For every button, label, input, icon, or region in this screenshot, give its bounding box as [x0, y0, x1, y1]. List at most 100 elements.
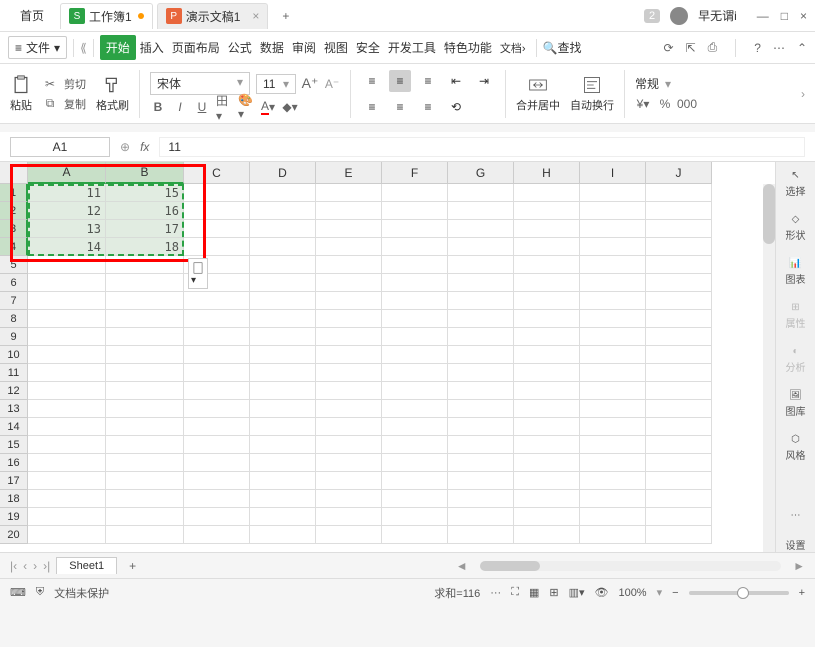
zoom-slider[interactable] [689, 591, 789, 595]
cell-J5[interactable] [646, 256, 712, 274]
cell-F11[interactable] [382, 364, 448, 382]
expand-circle-icon[interactable]: ⊕ [120, 140, 130, 154]
side-prop[interactable]: ⊞属性 [786, 302, 806, 330]
ribbon-tab-formula[interactable]: 公式 [224, 35, 256, 60]
cloud-sync-icon[interactable]: ⟳ [664, 41, 674, 55]
cell-H12[interactable] [514, 382, 580, 400]
cell-C15[interactable] [184, 436, 250, 454]
ribbon-tab-data[interactable]: 数据 [256, 35, 288, 60]
cell-H13[interactable] [514, 400, 580, 418]
cell-H1[interactable] [514, 184, 580, 202]
cell-D1[interactable] [250, 184, 316, 202]
cell-H8[interactable] [514, 310, 580, 328]
cell-F14[interactable] [382, 418, 448, 436]
cell-F5[interactable] [382, 256, 448, 274]
cell-B17[interactable] [106, 472, 184, 490]
side-more[interactable]: ⋯ [791, 510, 801, 521]
help-icon[interactable]: ? [754, 41, 761, 55]
page-view-icon[interactable]: ⊞ [549, 586, 558, 599]
cell-I20[interactable] [580, 526, 646, 544]
col-header-G[interactable]: G [448, 162, 514, 184]
ribbon-tab-review[interactable]: 审阅 [288, 35, 320, 60]
ribbon-tab-start[interactable]: 开始 [100, 35, 136, 60]
copy-button[interactable]: ⧉ 复制 [42, 96, 86, 112]
row-header-2[interactable]: 2 [0, 202, 28, 220]
cell-F13[interactable] [382, 400, 448, 418]
reading-view-icon[interactable]: ▥▾ [569, 586, 585, 599]
cell-A5[interactable] [28, 256, 106, 274]
cell-J1[interactable] [646, 184, 712, 202]
fullscreen-icon[interactable]: ⛶ [511, 586, 519, 599]
minimize-icon[interactable]: — [757, 9, 769, 23]
cell-C8[interactable] [184, 310, 250, 328]
cell-I7[interactable] [580, 292, 646, 310]
ribbon-tab-doc[interactable]: 文档› [496, 36, 530, 60]
maximize-icon[interactable]: □ [781, 9, 788, 23]
cell-A19[interactable] [28, 508, 106, 526]
cell-C20[interactable] [184, 526, 250, 544]
cell-E15[interactable] [316, 436, 382, 454]
cell-I1[interactable] [580, 184, 646, 202]
row-header-6[interactable]: 6 [0, 274, 28, 292]
cell-J15[interactable] [646, 436, 712, 454]
cell-D3[interactable] [250, 220, 316, 238]
cell-C14[interactable] [184, 418, 250, 436]
cell-H17[interactable] [514, 472, 580, 490]
indent-increase-icon[interactable]: ⇥ [473, 70, 495, 92]
cell-I16[interactable] [580, 454, 646, 472]
cell-B14[interactable] [106, 418, 184, 436]
cell-H16[interactable] [514, 454, 580, 472]
cell-J20[interactable] [646, 526, 712, 544]
cell-A17[interactable] [28, 472, 106, 490]
zoom-in-button[interactable]: + [799, 587, 805, 599]
side-select[interactable]: ↖选择 [786, 170, 806, 198]
ribbon-tab-insert[interactable]: 插入 [136, 35, 168, 60]
cell-G1[interactable] [448, 184, 514, 202]
bold-icon[interactable]: B [150, 99, 166, 115]
cell-G6[interactable] [448, 274, 514, 292]
merge-center-button[interactable]: 合并居中 [516, 75, 560, 113]
horizontal-scrollbar[interactable] [480, 561, 782, 571]
cell-H20[interactable] [514, 526, 580, 544]
comma-icon[interactable]: 000 [679, 96, 695, 112]
cell-F6[interactable] [382, 274, 448, 292]
cell-F19[interactable] [382, 508, 448, 526]
font-size-select[interactable]: 11 ▾ [256, 74, 296, 94]
cell-C2[interactable] [184, 202, 250, 220]
cell-I19[interactable] [580, 508, 646, 526]
cell-A1[interactable]: 11 [28, 184, 106, 202]
side-style[interactable]: ⬡风格 [786, 434, 806, 462]
search-button[interactable]: 查找 [558, 39, 582, 56]
cell-A18[interactable] [28, 490, 106, 508]
cell-F4[interactable] [382, 238, 448, 256]
cell-B4[interactable]: 18 [106, 238, 184, 256]
zoom-level[interactable]: 100% [618, 587, 646, 599]
cell-E6[interactable] [316, 274, 382, 292]
cell-H4[interactable] [514, 238, 580, 256]
cell-B5[interactable] [106, 256, 184, 274]
cell-E19[interactable] [316, 508, 382, 526]
row-header-20[interactable]: 20 [0, 526, 28, 544]
cell-G16[interactable] [448, 454, 514, 472]
scroll-right-icon[interactable]: ► [793, 559, 805, 573]
cell-F8[interactable] [382, 310, 448, 328]
cell-D13[interactable] [250, 400, 316, 418]
row-header-11[interactable]: 11 [0, 364, 28, 382]
cell-I6[interactable] [580, 274, 646, 292]
sheet-tab-1[interactable]: Sheet1 [56, 557, 117, 574]
cell-J10[interactable] [646, 346, 712, 364]
keyboard-icon[interactable]: ⌨ [10, 586, 26, 599]
add-sheet-button[interactable]: + [123, 559, 142, 573]
share-icon[interactable]: ⇱ [686, 41, 696, 55]
ribbon-tab-special[interactable]: 特色功能 [440, 35, 496, 60]
cell-D17[interactable] [250, 472, 316, 490]
cell-A9[interactable] [28, 328, 106, 346]
row-header-15[interactable]: 15 [0, 436, 28, 454]
paste-button[interactable]: 粘贴 [10, 75, 32, 113]
cell-D2[interactable] [250, 202, 316, 220]
cell-J6[interactable] [646, 274, 712, 292]
cell-C13[interactable] [184, 400, 250, 418]
cell-G18[interactable] [448, 490, 514, 508]
cell-G10[interactable] [448, 346, 514, 364]
align-middle-icon[interactable]: ≡ [389, 70, 411, 92]
